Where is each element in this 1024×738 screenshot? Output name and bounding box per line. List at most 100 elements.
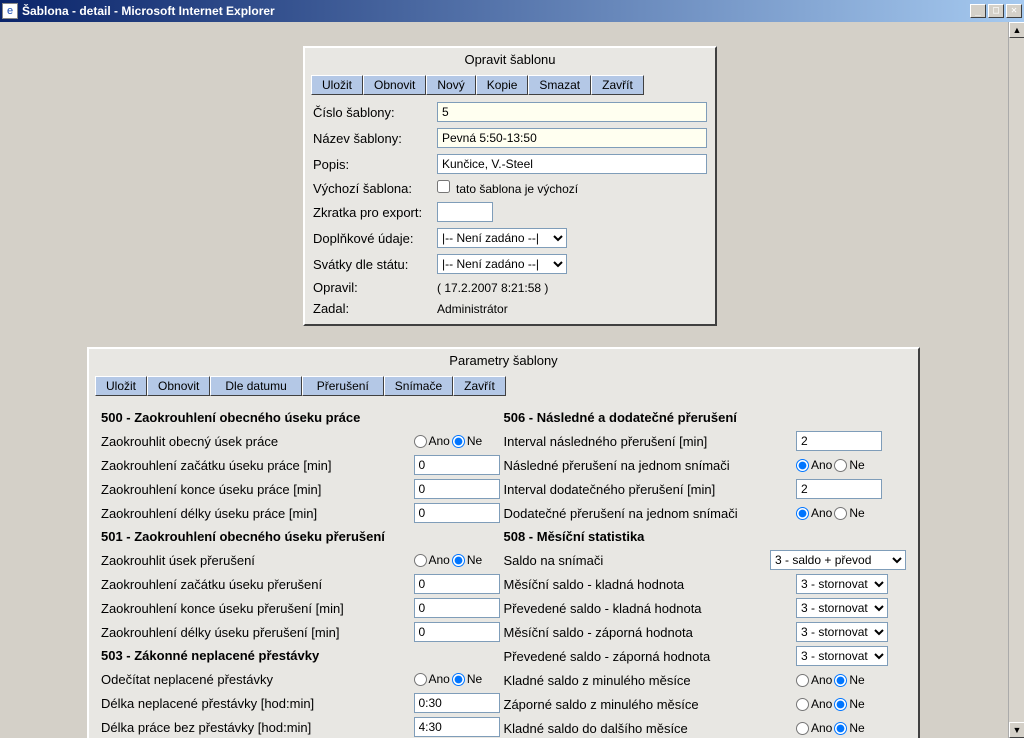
s500-r1-yes[interactable]	[414, 435, 427, 448]
s508-r8-no[interactable]	[834, 722, 847, 735]
s503-r2-input[interactable]	[414, 693, 500, 713]
entered-value: Administrátor	[437, 302, 707, 316]
section-501-head: 501 - Zaokrouhlení obecného úseku přeruš…	[101, 529, 504, 544]
s506-r1-input[interactable]	[796, 431, 882, 451]
s500-r2-input[interactable]	[414, 455, 500, 475]
s501-r1-radio: Ano Ne	[414, 553, 504, 567]
s501-r1-no[interactable]	[452, 554, 465, 567]
s501-r1-yes[interactable]	[414, 554, 427, 567]
holidays-select[interactable]: |-- Není zadáno --|	[437, 254, 567, 274]
template-number-input[interactable]	[437, 102, 707, 122]
maximize-button[interactable]: □	[988, 4, 1004, 18]
label-desc: Popis:	[313, 157, 437, 172]
s508-r6-no[interactable]	[834, 674, 847, 687]
modified-value: ( 17.2.2007 8:21:58 )	[437, 281, 707, 295]
s501-r1-label: Zaokrouhlit úsek přerušení	[101, 553, 414, 568]
s501-r3-input[interactable]	[414, 598, 500, 618]
save-button[interactable]: Uložit	[311, 75, 363, 95]
s501-r4-label: Zaokrouhlení délky úseku přerušení [min]	[101, 625, 414, 640]
section-500-head: 500 - Zaokrouhlení obecného úseku práce	[101, 410, 504, 425]
scroll-up-icon[interactable]: ▲	[1009, 22, 1024, 38]
s503-r3-input[interactable]	[414, 717, 500, 737]
window-buttons: _ □ ✕	[970, 4, 1022, 18]
extra-select[interactable]: |-- Není zadáno --|	[437, 228, 567, 248]
section-506-head: 506 - Následné a dodatečné přerušení	[504, 410, 907, 425]
s500-r3-input[interactable]	[414, 479, 500, 499]
titlebar: e Šablona - detail - Microsoft Internet …	[0, 0, 1024, 22]
s508-r2-select[interactable]: 3 - stornovat	[796, 574, 888, 594]
ie-icon: e	[2, 3, 18, 19]
template-name-input[interactable]	[437, 128, 707, 148]
params-sensors-button[interactable]: Snímače	[384, 376, 453, 396]
section-508-head: 508 - Měsíční statistika	[504, 529, 907, 544]
default-checkbox[interactable]	[437, 180, 450, 193]
vertical-scrollbar[interactable]: ▲ ▼	[1008, 22, 1024, 738]
app-window: e Šablona - detail - Microsoft Internet …	[0, 0, 1024, 738]
s506-r3-input[interactable]	[796, 479, 882, 499]
s508-r8-label: Kladné saldo do dalšího měsíce	[504, 721, 797, 736]
s506-r1-label: Interval následného přerušení [min]	[504, 434, 797, 449]
new-button[interactable]: Nový	[426, 75, 475, 95]
s503-r1-yes[interactable]	[414, 673, 427, 686]
s506-r2-label: Následné přerušení na jednom snímači	[504, 458, 797, 473]
copy-button[interactable]: Kopie	[476, 75, 529, 95]
delete-button[interactable]: Smazat	[528, 75, 591, 95]
label-template-name: Název šablony:	[313, 131, 437, 146]
s500-r1-label: Zaokrouhlit obecný úsek práce	[101, 434, 414, 449]
s506-r2-yes[interactable]	[796, 459, 809, 472]
s500-r1-no[interactable]	[452, 435, 465, 448]
params-close-button[interactable]: Zavřít	[453, 376, 506, 396]
s508-r6-yes[interactable]	[796, 674, 809, 687]
s503-r1-radio: Ano Ne	[414, 672, 504, 686]
s508-r6-label: Kladné saldo z minulého měsíce	[504, 673, 797, 688]
template-detail-panel: Opravit šablonu Uložit Obnovit Nový Kopi…	[303, 46, 717, 326]
scroll-down-icon[interactable]: ▼	[1009, 722, 1024, 738]
s508-r8-yes[interactable]	[796, 722, 809, 735]
s506-r4-radio: Ano Ne	[796, 506, 906, 520]
s506-r4-yes[interactable]	[796, 507, 809, 520]
label-export: Zkratka pro export:	[313, 205, 437, 220]
minimize-button[interactable]: _	[970, 4, 986, 18]
label-default: Výchozí šablona:	[313, 181, 437, 196]
panel2-toolbar: Uložit Obnovit Dle datumu Přerušení Sním…	[89, 372, 918, 400]
s500-r4-label: Zaokrouhlení délky úseku práce [min]	[101, 506, 414, 521]
s508-r7-yes[interactable]	[796, 698, 809, 711]
s503-r2-label: Délka neplacené přestávky [hod:min]	[101, 696, 414, 711]
params-refresh-button[interactable]: Obnovit	[147, 376, 210, 396]
s500-r4-input[interactable]	[414, 503, 500, 523]
s503-r1-no[interactable]	[452, 673, 465, 686]
s503-r3-label: Délka práce bez přestávky [hod:min]	[101, 720, 414, 735]
panel1-toolbar: Uložit Obnovit Nový Kopie Smazat Zavřít	[305, 71, 715, 99]
s508-r2-label: Měsíční saldo - kladná hodnota	[504, 577, 797, 592]
s506-r4-no[interactable]	[834, 507, 847, 520]
content-area: Opravit šablonu Uložit Obnovit Nový Kopi…	[0, 22, 1024, 738]
s508-r3-label: Převedené saldo - kladná hodnota	[504, 601, 797, 616]
s501-r3-label: Zaokrouhlení konce úseku přerušení [min]	[101, 601, 414, 616]
close-panel1-button[interactable]: Zavřít	[591, 75, 644, 95]
s500-r3-label: Zaokrouhlení konce úseku práce [min]	[101, 482, 414, 497]
s506-r2-no[interactable]	[834, 459, 847, 472]
s506-r2-radio: Ano Ne	[796, 458, 906, 472]
close-button[interactable]: ✕	[1006, 4, 1022, 18]
refresh-button[interactable]: Obnovit	[363, 75, 426, 95]
s508-r4-select[interactable]: 3 - stornovat	[796, 622, 888, 642]
s503-r1-label: Odečítat neplacené přestávky	[101, 672, 414, 687]
export-input[interactable]	[437, 202, 493, 222]
params-bydate-button[interactable]: Dle datumu	[210, 376, 301, 396]
desc-input[interactable]	[437, 154, 707, 174]
label-holidays: Svátky dle státu:	[313, 257, 437, 272]
s508-r7-radio: Ano Ne	[796, 697, 906, 711]
s508-r1-select[interactable]: 3 - saldo + převod	[770, 550, 906, 570]
s508-r7-no[interactable]	[834, 698, 847, 711]
section-503-head: 503 - Zákonné neplacené přestávky	[101, 648, 504, 663]
params-interrupt-button[interactable]: Přerušení	[302, 376, 384, 396]
window-title: Šablona - detail - Microsoft Internet Ex…	[22, 4, 970, 18]
s508-r3-select[interactable]: 3 - stornovat	[796, 598, 888, 618]
s501-r2-label: Zaokrouhlení začátku úseku přerušení	[101, 577, 414, 592]
params-save-button[interactable]: Uložit	[95, 376, 147, 396]
s501-r4-input[interactable]	[414, 622, 500, 642]
s508-r4-label: Měsíční saldo - záporná hodnota	[504, 625, 797, 640]
s508-r8-radio: Ano Ne	[796, 721, 906, 735]
s501-r2-input[interactable]	[414, 574, 500, 594]
s508-r5-select[interactable]: 3 - stornovat	[796, 646, 888, 666]
